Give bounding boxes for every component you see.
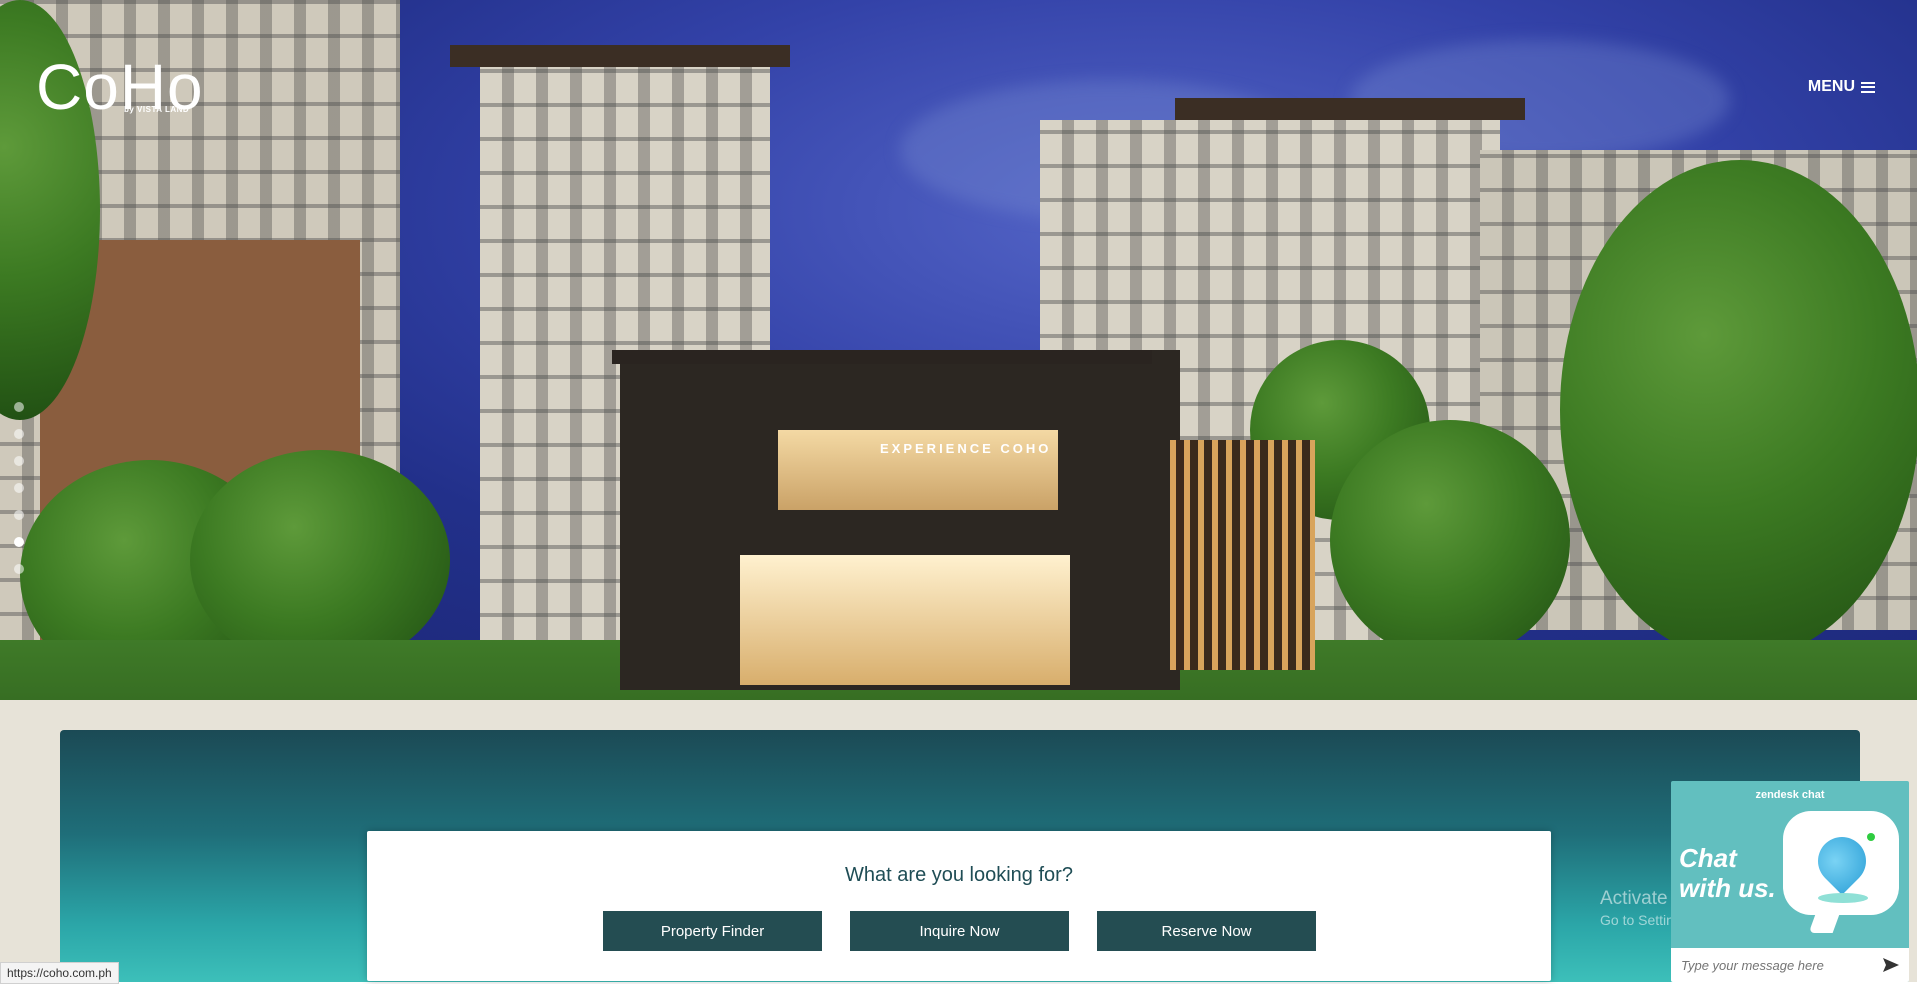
chat-message-input[interactable] xyxy=(1671,956,1873,974)
slide-dot-5[interactable] xyxy=(14,510,24,520)
chat-brand: zendesk chat xyxy=(1755,789,1825,801)
location-pin-icon xyxy=(1808,827,1876,895)
site-logo[interactable]: CoHo by VISTA LAND xyxy=(36,55,204,119)
chat-headline: Chat with us. xyxy=(1679,843,1776,903)
reserve-now-button[interactable]: Reserve Now xyxy=(1097,911,1316,951)
slide-dot-4[interactable] xyxy=(14,483,24,493)
menu-label: MENU xyxy=(1807,78,1855,95)
hero-caption: EXPERIENCE COHO xyxy=(880,441,1052,456)
hamburger-icon xyxy=(1861,81,1875,93)
menu-button[interactable]: MENU xyxy=(1808,78,1875,96)
logo-subtitle: by VISTA LAND xyxy=(124,105,190,114)
slide-dot-6[interactable] xyxy=(14,537,24,547)
tree xyxy=(190,450,450,670)
chat-headline-line2: with us. xyxy=(1679,873,1776,903)
finder-title: What are you looking for? xyxy=(845,864,1073,886)
status-bar-url: https://coho.com.ph xyxy=(0,962,119,984)
tree xyxy=(1560,160,1917,660)
slide-pagination xyxy=(14,402,24,574)
clubhouse-canopy xyxy=(612,350,1152,364)
slide-dot-1[interactable] xyxy=(14,402,24,412)
chat-bubble-icon xyxy=(1783,811,1899,915)
tree xyxy=(1330,420,1570,660)
tower-roof xyxy=(450,45,790,67)
clubhouse-lower-glass xyxy=(740,555,1070,685)
inquire-now-button[interactable]: Inquire Now xyxy=(850,911,1069,951)
property-finder-button[interactable]: Property Finder xyxy=(603,911,822,951)
slide-dot-2[interactable] xyxy=(14,429,24,439)
slide-dot-3[interactable] xyxy=(14,456,24,466)
chat-input-row xyxy=(1671,948,1909,982)
clubhouse-slats xyxy=(1170,440,1315,670)
chat-widget[interactable]: zendesk chat Chat with us. xyxy=(1671,781,1909,982)
right-tower-roof xyxy=(1175,98,1525,120)
send-icon[interactable] xyxy=(1873,948,1909,982)
online-indicator xyxy=(1867,833,1875,841)
pin-shadow xyxy=(1818,893,1868,903)
property-finder-panel: What are you looking for? Property Finde… xyxy=(367,831,1551,981)
chat-headline-line1: Chat xyxy=(1679,843,1737,873)
slide-dot-7[interactable] xyxy=(14,564,24,574)
finder-actions: Property Finder Inquire Now Reserve Now xyxy=(603,911,1316,951)
